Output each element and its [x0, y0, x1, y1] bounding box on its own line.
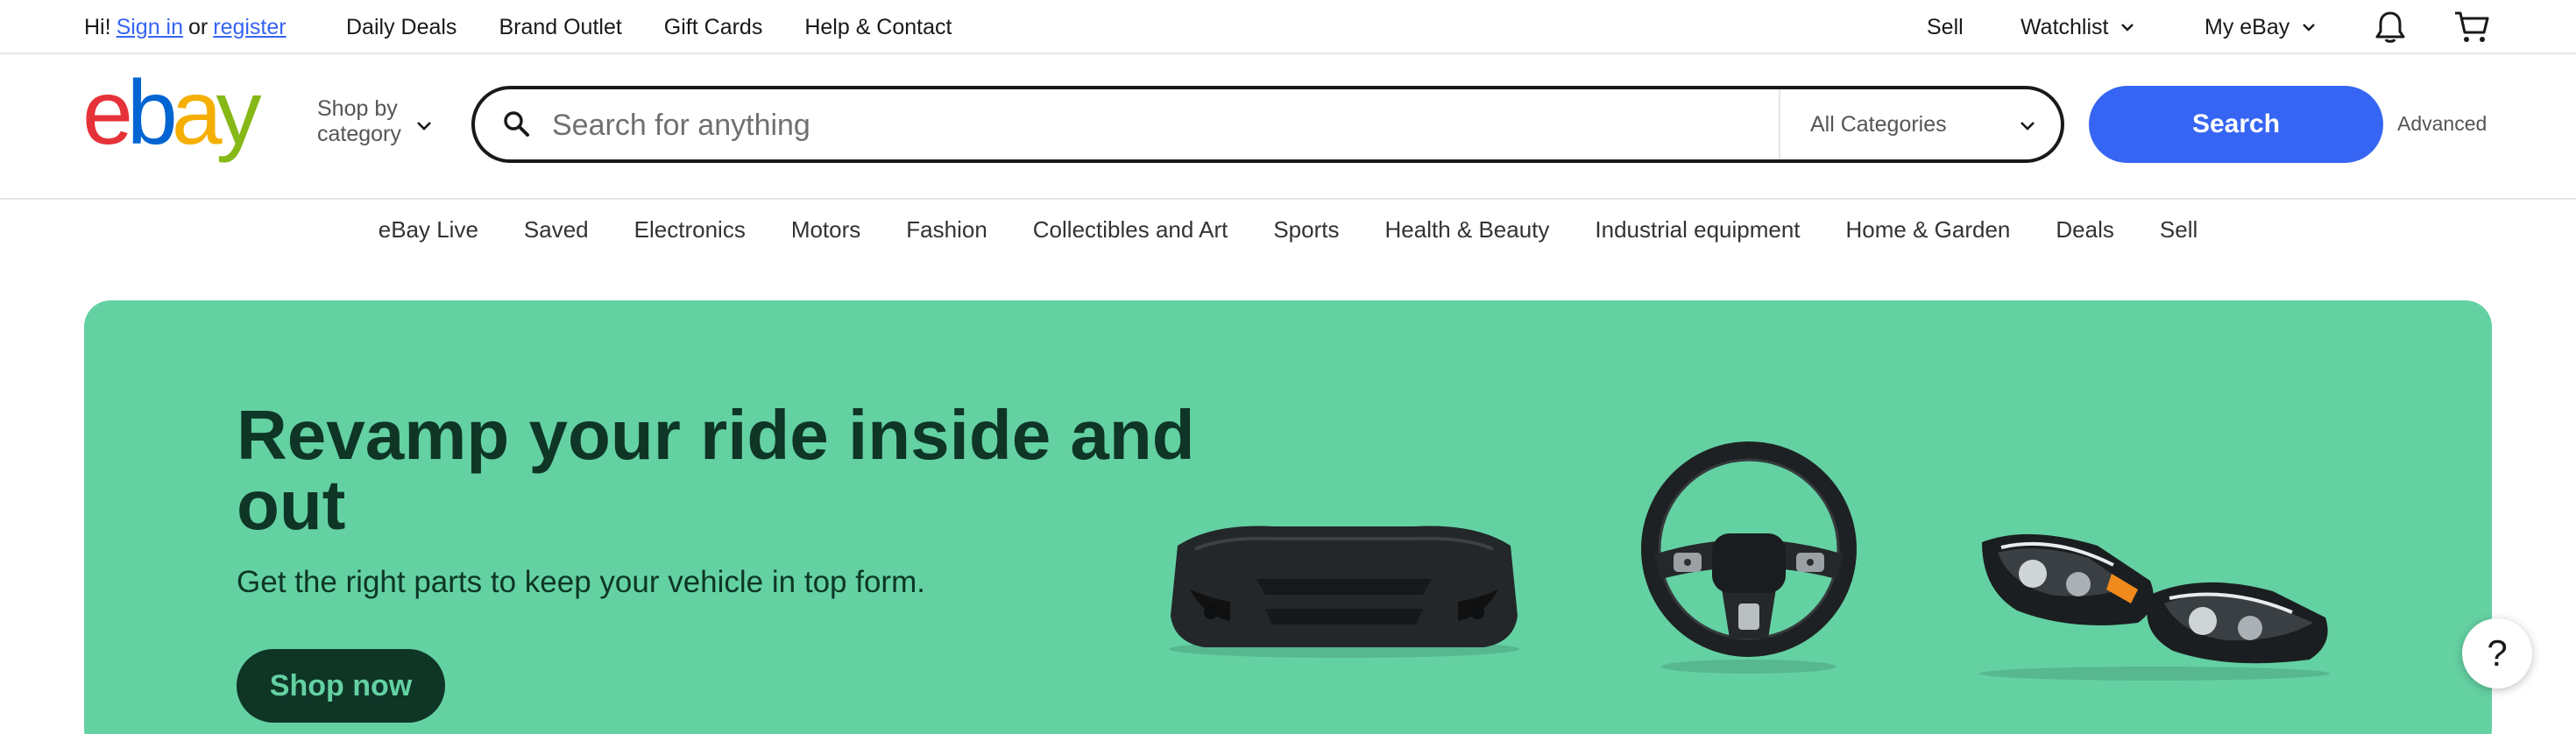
nav-item-health-beauty[interactable]: Health & Beauty [1385, 216, 1550, 243]
category-nav: eBay Live Saved Electronics Motors Fashi… [0, 201, 2576, 258]
watchlist-menu[interactable]: Watchlist [2020, 0, 2134, 54]
nav-item-deals[interactable]: Deals [2056, 216, 2113, 243]
chevron-down-icon [2303, 24, 2316, 32]
category-select[interactable]: All Categories [1810, 89, 1947, 159]
shop-by-category-button[interactable]: Shop by category [317, 96, 401, 147]
hero-title: Revamp your ride inside and out [237, 396, 1195, 544]
sign-in-link[interactable]: Sign in [117, 15, 183, 40]
nav-item-industrial-equipment[interactable]: Industrial equipment [1595, 216, 1800, 243]
category-select-value: All Categories [1810, 111, 1947, 137]
cart-icon[interactable] [2453, 9, 2490, 46]
top-links: Daily Deals Brand Outlet Gift Cards Help… [346, 0, 994, 54]
daily-deals-link[interactable]: Daily Deals [346, 15, 456, 40]
shop-by-label: Shop by [317, 96, 398, 121]
nav-item-ebay-live[interactable]: eBay Live [379, 216, 478, 243]
chevron-down-icon [2020, 122, 2035, 131]
brand-outlet-link[interactable]: Brand Outlet [499, 15, 621, 40]
nav-item-fashion[interactable]: Fashion [906, 216, 987, 243]
nav-item-saved[interactable]: Saved [524, 216, 589, 243]
notifications-bell-icon[interactable] [2372, 9, 2409, 46]
question-mark-icon: ? [2487, 632, 2508, 674]
search-button[interactable]: Search [2089, 86, 2383, 163]
search-icon [504, 111, 529, 137]
advanced-search-link[interactable]: Advanced [2397, 112, 2487, 136]
hero-banner[interactable]: Revamp your ride inside and out Get the … [84, 300, 2492, 734]
front-bumper-image[interactable] [1160, 511, 1528, 660]
my-ebay-label: My eBay [2204, 14, 2290, 39]
nav-item-electronics[interactable]: Electronics [634, 216, 746, 243]
chevron-down-icon [417, 122, 431, 131]
register-link[interactable]: register [213, 15, 286, 40]
hero-subtitle: Get the right parts to keep your vehicle… [237, 565, 925, 599]
my-ebay-menu[interactable]: My eBay [2204, 0, 2316, 54]
nav-item-collectibles-art[interactable]: Collectibles and Art [1033, 216, 1228, 243]
chevron-down-icon [2121, 24, 2134, 32]
watchlist-label: Watchlist [2020, 14, 2109, 39]
svg-text:ebay: ebay [82, 74, 262, 164]
greeting: Hi! Sign in or register [84, 0, 287, 54]
nav-item-motors[interactable]: Motors [791, 216, 860, 243]
sell-label: Sell [1927, 14, 1964, 39]
sell-link[interactable]: Sell [1927, 0, 1964, 54]
nav-item-sell[interactable]: Sell [2160, 216, 2197, 243]
main-header: ebay Shop by category All Categories Sea… [0, 54, 2576, 200]
shop-now-button[interactable]: Shop now [237, 649, 445, 723]
help-button[interactable]: ? [2462, 618, 2532, 688]
search-bar: All Categories [471, 86, 2064, 163]
help-contact-link[interactable]: Help & Contact [804, 15, 952, 40]
headlights-image[interactable] [1966, 519, 2343, 686]
steering-wheel-image[interactable] [1635, 441, 1863, 677]
top-utility-bar: Hi! Sign in or register Daily Deals Bran… [0, 0, 2576, 54]
nav-item-sports[interactable]: Sports [1273, 216, 1339, 243]
ebay-logo[interactable]: ebay [82, 74, 293, 166]
or-text: or [188, 14, 209, 39]
search-input[interactable] [552, 102, 1516, 149]
search-divider [1779, 89, 1780, 159]
gift-cards-link[interactable]: Gift Cards [664, 15, 763, 40]
greeting-text: Hi! [84, 14, 111, 39]
category-label: category [317, 122, 401, 146]
nav-item-home-garden[interactable]: Home & Garden [1846, 216, 2011, 243]
